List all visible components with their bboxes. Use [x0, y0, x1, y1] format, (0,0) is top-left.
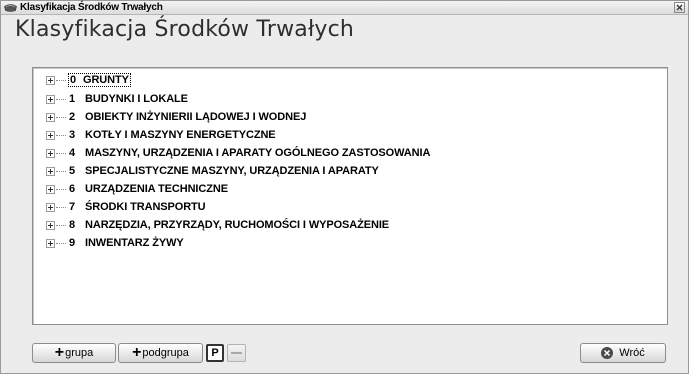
tree-item-label: INWENTARZ ŻYWY	[85, 237, 184, 249]
add-group-label: grupa	[65, 347, 94, 359]
tree-item-label: BUDYNKI I LOKALE	[85, 93, 188, 105]
tree-connector	[56, 134, 66, 136]
tree-connector	[56, 152, 66, 154]
tree-item-4[interactable]: 4 MASZYNY, URZĄDZENIA I APARATY OGÓLNEGO…	[46, 146, 430, 160]
expand-icon[interactable]	[46, 75, 55, 85]
tree-connector	[56, 224, 66, 226]
tree-connector	[56, 79, 66, 81]
classification-tree[interactable]: 0 GRUNTY 1 BUDYNKI I LOKALE 2 OBIEKTY IN…	[32, 67, 668, 325]
remove-button[interactable]	[227, 344, 246, 362]
tree-item-2[interactable]: 2 OBIEKTY INŻYNIERII LĄDOWEJ I WODNEJ	[46, 110, 306, 124]
tree-item-label: MASZYNY, URZĄDZENIA I APARATY OGÓLNEGO Z…	[85, 147, 431, 159]
minus-icon	[231, 352, 242, 354]
close-button[interactable]	[674, 2, 685, 13]
window-title: Klasyfikacja Środków Trwałych	[20, 2, 163, 13]
tree-item-code: 9	[69, 237, 76, 249]
tree-item-code: 7	[69, 201, 76, 213]
back-icon	[601, 347, 614, 359]
page-title: Klasyfikacja Środków Trwałych	[15, 17, 355, 42]
tree-item-1[interactable]: 1 BUDYNKI I LOKALE	[46, 92, 188, 106]
tree-item-3[interactable]: 3 KOTŁY I MASZYNY ENERGETYCZNE	[46, 128, 276, 142]
tree-item-code: 8	[69, 219, 76, 231]
expand-icon[interactable]	[46, 202, 55, 212]
tree-item-label: URZĄDZENIA TECHNICZNE	[85, 183, 228, 195]
tree-item-code: 0	[70, 74, 77, 86]
tree-item-7[interactable]: 7 ŚRODKI TRANSPORTU	[46, 200, 206, 214]
tree-connector	[56, 170, 66, 172]
tree-item-code: 5	[69, 165, 76, 177]
expand-icon[interactable]	[46, 94, 55, 104]
tree-item-label: ŚRODKI TRANSPORTU	[85, 201, 206, 213]
expand-icon[interactable]	[46, 130, 55, 140]
expand-icon[interactable]	[46, 112, 55, 122]
title-bar: Klasyfikacja Środków Trwałych	[1, 1, 688, 15]
add-subgroup-label: podgrupa	[142, 347, 189, 359]
expand-icon[interactable]	[46, 184, 55, 194]
add-subgroup-button[interactable]: + podgrupa	[118, 343, 203, 363]
tree-connector	[56, 98, 66, 100]
expand-icon[interactable]	[46, 148, 55, 158]
p-button[interactable]: P	[206, 344, 224, 362]
tree-item-code: 3	[69, 129, 76, 141]
close-icon	[676, 4, 683, 11]
tree-item-label: OBIEKTY INŻYNIERII LĄDOWEJ I WODNEJ	[85, 111, 307, 123]
back-button[interactable]: Wróć	[580, 343, 666, 363]
tree-item-code: 4	[69, 147, 76, 159]
back-label: Wróć	[619, 347, 645, 359]
expand-icon[interactable]	[46, 238, 55, 248]
tree-item-6[interactable]: 6 URZĄDZENIA TECHNICZNE	[46, 182, 228, 196]
tree-item-code: 6	[69, 183, 76, 195]
tree-connector	[56, 242, 66, 244]
tree-item-9[interactable]: 9 INWENTARZ ŻYWY	[46, 236, 184, 250]
tree-item-code: 2	[69, 111, 76, 123]
selection-focus: 0 GRUNTY	[68, 73, 131, 87]
tree-item-label: KOTŁY I MASZYNY ENERGETYCZNE	[85, 129, 276, 141]
tree-item-label: GRUNTY	[83, 74, 129, 86]
tree-item-8[interactable]: 8 NARZĘDZIA, PRZYRZĄDY, RUCHOMOŚCI I WYP…	[46, 218, 389, 232]
expand-icon[interactable]	[46, 220, 55, 230]
expand-icon[interactable]	[46, 166, 55, 176]
tree-item-label: NARZĘDZIA, PRZYRZĄDY, RUCHOMOŚCI I WYPOS…	[85, 219, 390, 231]
app-window: Klasyfikacja Środków Trwałych Klasyfikac…	[0, 0, 689, 374]
tree-connector	[56, 206, 66, 208]
tree-item-label: SPECJALISTYCZNE MASZYNY, URZĄDZENIA I AP…	[85, 165, 379, 177]
add-group-button[interactable]: + grupa	[32, 343, 116, 363]
plus-icon: +	[54, 344, 65, 361]
tree-item-0[interactable]: 0 GRUNTY	[46, 73, 131, 87]
tree-connector	[56, 188, 66, 190]
p-label: P	[211, 347, 219, 359]
tree-item-code: 1	[69, 93, 76, 105]
tree-connector	[56, 116, 66, 118]
tree-item-5[interactable]: 5 SPECJALISTYCZNE MASZYNY, URZĄDZENIA I …	[46, 164, 379, 178]
app-icon	[4, 3, 18, 13]
plus-icon: +	[132, 344, 142, 361]
